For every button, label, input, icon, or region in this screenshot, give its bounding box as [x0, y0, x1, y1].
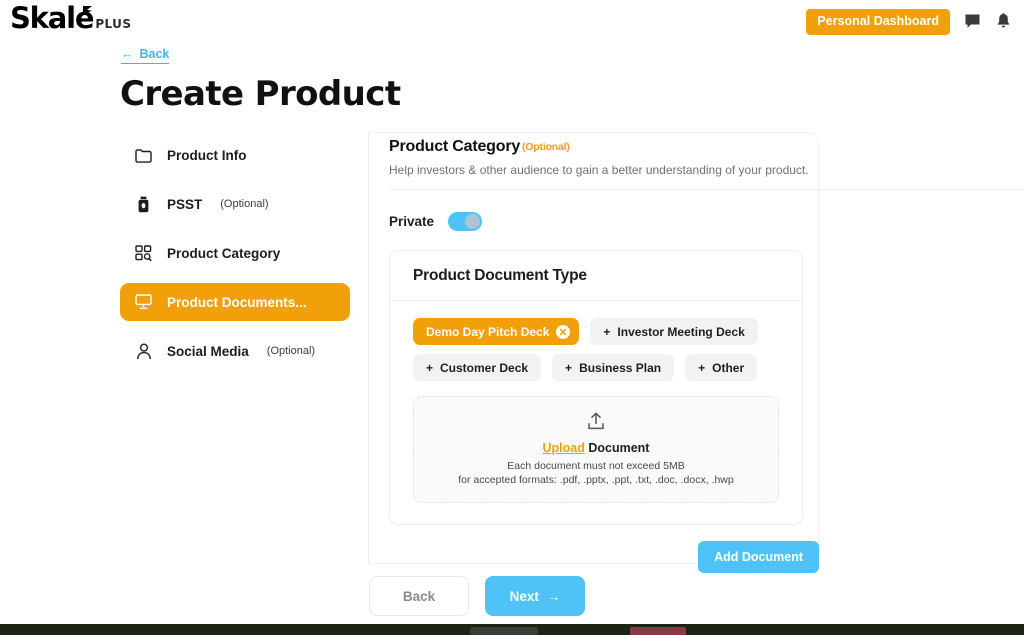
chip-label: Customer Deck	[440, 360, 529, 375]
message-icon[interactable]	[964, 13, 981, 30]
document-type-title: Product Document Type	[413, 267, 587, 284]
document-type-chip-list: Demo Day Pitch Deck + Investor Meeting D…	[413, 318, 779, 381]
taskbar-item-a[interactable]	[470, 627, 538, 635]
sidebar-item-label: Product Category	[167, 245, 281, 261]
page-title: Create Product	[120, 74, 401, 114]
upload-formats-hint: for accepted formats: .pdf, .pptx, .ppt,…	[458, 474, 734, 486]
section-title-text: Product Category	[389, 138, 521, 155]
grid-search-icon	[134, 244, 153, 262]
monitor-icon	[134, 294, 153, 310]
sidebar-item-product-category[interactable]: Product Category	[120, 234, 350, 272]
logo-flag-icon	[83, 6, 92, 15]
chip-prefix: +	[603, 324, 611, 339]
sidebar-item-product-documents[interactable]: Product Documents...	[120, 283, 350, 321]
os-taskbar	[0, 624, 1024, 635]
chip-label: Other	[712, 360, 745, 375]
sidebar-item-social-media[interactable]: Social Media (Optional)	[120, 332, 350, 370]
folder-icon	[134, 148, 153, 163]
toggle-knob	[465, 214, 481, 229]
upload-size-hint: Each document must not exceed 5MB	[507, 460, 685, 472]
sidebar-item-optional: (Optional)	[220, 198, 269, 210]
upload-dropzone[interactable]: Upload Document Each document must not e…	[413, 396, 779, 503]
chip-other[interactable]: + Other	[685, 354, 758, 381]
app-window: Skale PLUS Personal Dashboard ← Back Cre…	[0, 0, 1024, 635]
sidebar-item-label: PSST	[167, 196, 203, 212]
taskbar-item-b[interactable]	[630, 627, 686, 635]
chip-label: Demo Day Pitch Deck	[426, 324, 550, 339]
upload-icon	[424, 412, 768, 432]
chip-prefix: +	[698, 360, 706, 375]
chip-label: Investor Meeting Deck	[617, 324, 745, 339]
sidebar-item-label: Product Info	[167, 147, 247, 163]
upload-link[interactable]: Upload	[543, 441, 585, 455]
wizard-next-label: Next	[509, 588, 539, 604]
section-optional-tag: (Optional)	[522, 141, 570, 153]
chip-business-plan[interactable]: + Business Plan	[552, 354, 675, 381]
top-bar: Skale PLUS Personal Dashboard	[0, 0, 1024, 40]
wizard-sidebar: Product Info PSST (Optional) Product Cat…	[120, 136, 350, 381]
document-type-card-header: Product Document Type	[390, 251, 802, 301]
document-type-card-body: Demo Day Pitch Deck + Investor Meeting D…	[390, 301, 802, 524]
arrow-right-icon: →	[546, 588, 561, 604]
chip-customer-deck[interactable]: + Customer Deck	[413, 354, 542, 381]
close-circle-icon[interactable]	[556, 324, 571, 339]
logo-suffix: PLUS	[95, 17, 132, 31]
sidebar-item-label: Social Media	[167, 343, 249, 359]
main-content: Product Category (Optional) Help investor…	[389, 138, 1024, 573]
logo-wordmark: Skale	[10, 1, 95, 35]
person-icon	[134, 342, 153, 360]
card-footer: Add Document	[389, 541, 819, 573]
section-title: Product Category (Optional)	[389, 138, 819, 156]
bell-icon[interactable]	[995, 12, 1012, 31]
back-link-label: Back	[139, 47, 170, 61]
document-type-card: Product Document Type Demo Day Pitch Dec…	[389, 250, 803, 525]
back-arrow-icon: ←	[121, 47, 134, 61]
add-document-button[interactable]: Add Document	[698, 541, 819, 573]
upload-label-rest: Document	[584, 441, 650, 455]
sidebar-item-optional: (Optional)	[266, 345, 316, 357]
top-bar-actions: Personal Dashboard	[806, 9, 1012, 35]
privacy-toggle-label: Private	[389, 214, 435, 229]
sidebar-item-label: Product Documents...	[167, 294, 307, 310]
section-subtitle: Help investors & other audience to gain …	[389, 163, 809, 177]
upload-label: Upload Document	[424, 441, 768, 455]
sidebar-item-product-info[interactable]: Product Info	[120, 136, 350, 174]
back-link[interactable]: ← Back	[121, 47, 170, 64]
app-logo[interactable]: Skale PLUS	[10, 4, 131, 33]
wizard-navigation: Back Next →	[369, 576, 585, 616]
chip-demo-day-pitch-deck[interactable]: Demo Day Pitch Deck	[413, 318, 580, 345]
chip-label: Business Plan	[579, 360, 662, 375]
chip-prefix: +	[426, 360, 434, 375]
wizard-back-button[interactable]: Back	[369, 576, 469, 616]
section-divider	[389, 189, 1024, 190]
wizard-next-button[interactable]: Next →	[485, 576, 585, 616]
personal-dashboard-button[interactable]: Personal Dashboard	[806, 9, 950, 35]
privacy-toggle-switch[interactable]	[448, 212, 483, 231]
chip-prefix: +	[565, 360, 573, 375]
sidebar-item-psst[interactable]: PSST (Optional)	[120, 185, 350, 223]
privacy-toggle-row: Private	[389, 212, 819, 231]
chip-investor-meeting-deck[interactable]: + Investor Meeting Deck	[590, 318, 758, 345]
bottle-icon	[134, 196, 153, 213]
sidebar-divider	[368, 132, 369, 564]
